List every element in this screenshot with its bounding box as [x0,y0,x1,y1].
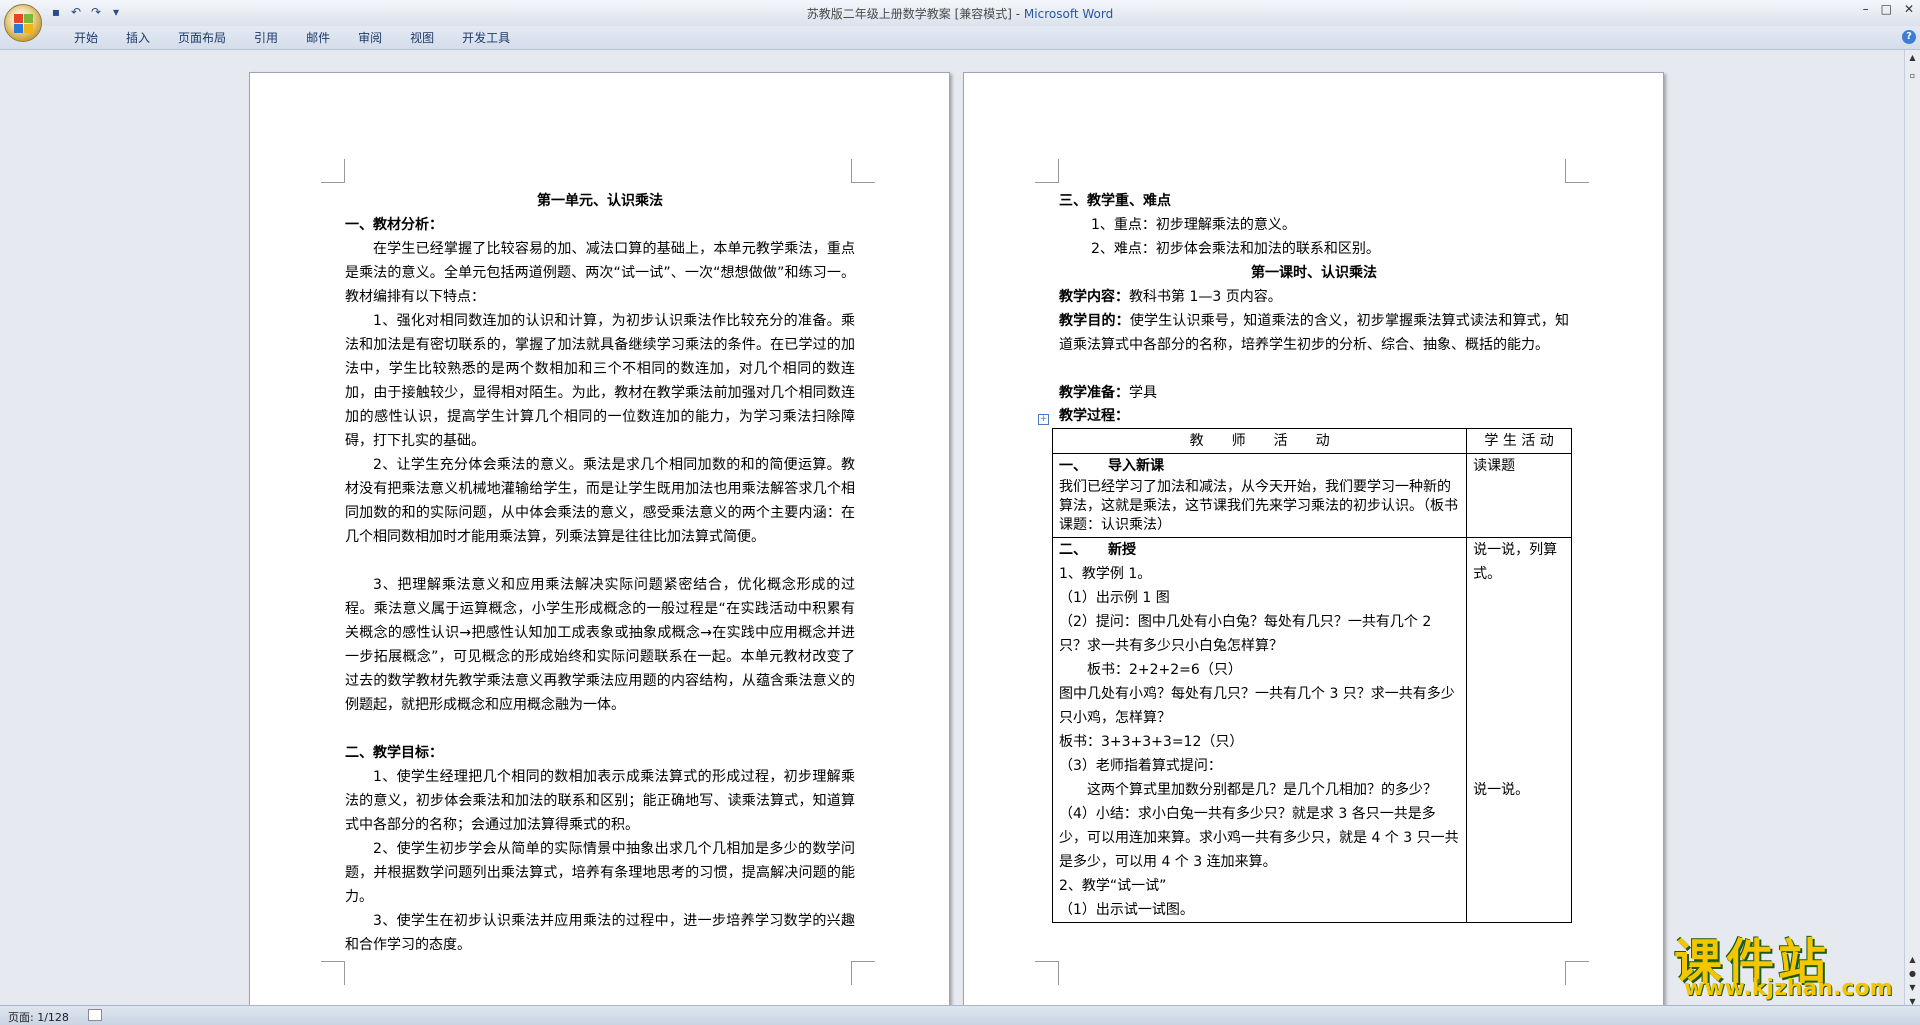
list-item: 板书：2+2+2=6（只） [1059,662,1242,678]
student-activity-2: 说一说。 [1473,782,1530,798]
goal-1: 1、使学生经理把几个相同的数相加表示成乘法算式的形成过程，初步理解乘法的意义，初… [345,769,855,833]
window-controls: – □ ✕ [1863,2,1914,16]
tab-page-layout[interactable]: 页面布局 [164,30,240,46]
table-header-teacher: 教 师 活 动 [1051,428,1468,454]
list-item: （2）提问：图中几处有小白兔？每处有几只？一共有几个 2 只？求一共有多少只小白… [1059,614,1432,654]
goal-3: 3、使学生在初步认识乘法并应用乘法的过程中，进一步培养学习数学的兴趣和合作学习的… [345,913,855,953]
customize-qat-icon[interactable]: ▾ [108,4,124,20]
table-cell-student: 读课题 [1466,453,1572,538]
paragraph-3: 2、让学生充分体会乘法的意义。乘法是求几个相同加数的和的简便运算。教材没有把乘法… [345,457,855,545]
window-title: 苏教版二年级上册数学教案 [兼容模式] - Microsoft Word [806,7,1114,21]
table-cell-teacher: 二、 新授 1、教学例 1。 （1）出示例 1 图 （2）提问：图中几处有小白兔… [1051,537,1468,923]
save-icon[interactable]: ▪ [48,4,64,20]
watermark-logo: 课件站 www.kjzhan.com [1668,922,1908,1002]
list-item: （3）老师指着算式提问： [1059,758,1222,774]
tab-developer[interactable]: 开发工具 [448,30,524,46]
ruler-toggle-icon[interactable]: ▫ [1906,70,1919,82]
minimize-icon[interactable]: – [1863,2,1869,16]
student-activity-1: 说一说，列算式。 [1473,542,1558,582]
crop-mark [851,961,875,985]
list-item: 板书：3+3+3+3=12（只） [1059,734,1244,750]
maximize-icon[interactable]: □ [1881,2,1892,16]
watermark-url: www.kjzhan.com [1684,976,1893,1001]
goal-2: 2、使学生初步学会从简单的实际情景中抽象出求几个几相加是多少的数学问题，并根据数… [345,841,855,905]
status-bar: 页面: 1/128 [0,1005,1920,1025]
section-heading-3: 三、教学重、难点 [1059,193,1171,209]
paragraph-2: 1、强化对相同数连加的认识和计算，为初步认识乘法作比较充分的准备。乘法和加法是有… [345,313,855,449]
paragraph-1: 在学生已经掌握了比较容易的加、减法口算的基础上，本单元教学乘法，重点是乘法的意义… [345,241,855,305]
crop-mark [321,961,345,985]
list-item: 这两个算式里加数分别都是几？是几个几相加？的多少？ [1059,782,1437,798]
undo-icon[interactable]: ↶ [68,4,84,20]
close-icon[interactable]: ✕ [1904,2,1914,16]
table-row: 一、 导入新课 我们已经学习了加法和减法，从今天开始，我们要学习一种新的算法，这… [1051,453,1572,538]
list-item: 2、教学“试一试” [1059,878,1167,894]
intro-text: 我们已经学习了加法和减法，从今天开始，我们要学习一种新的算法，这就是乘法，这节课… [1059,479,1458,533]
vertical-scrollbar[interactable]: ▲ ▫ ▲ ● ▼ ▼ [1904,50,1920,1006]
list-item: （4）小结：求小白兔一共有多少只？就是求 3 各只一共是多少，可以用连加来算。求… [1059,806,1459,870]
intro-heading: 一、 导入新课 [1059,458,1164,474]
tab-review[interactable]: 审阅 [344,30,396,46]
table-cell-student: 说一说，列算式。 说一说。 [1466,537,1572,923]
tab-mailings[interactable]: 邮件 [292,30,344,46]
crop-mark [851,159,875,183]
list-item: （1）出示例 1 图 [1059,590,1170,606]
tab-insert[interactable]: 插入 [112,30,164,46]
list-item: 1、教学例 1。 [1059,566,1152,582]
teaching-prep: 教学准备：学具 [1059,385,1157,401]
tab-view[interactable]: 视图 [396,30,448,46]
table-row: 教 师 活 动 学 生 活 动 [1051,428,1572,454]
lesson-table: 教 师 活 动 学 生 活 动 一、 导入新课 我们已经学习了加法和减法，从今天… [1051,428,1572,923]
crop-mark [1565,159,1589,183]
crop-mark [1035,159,1059,183]
document-page-2[interactable]: 三、教学重、难点 1、重点：初步理解乘法的意义。 2、难点：初步体会乘法和加法的… [963,72,1664,1012]
title-bar: 苏教版二年级上册数学教案 [兼容模式] - Microsoft Word ▪ ↶… [0,0,1920,26]
table-move-handle-icon[interactable]: + [1038,414,1049,425]
page-indicator[interactable]: 页面: 1/128 [8,1009,69,1025]
table-cell-teacher: 一、 导入新课 我们已经学习了加法和减法，从今天开始，我们要学习一种新的算法，这… [1051,453,1468,538]
unit-title: 第一单元、认识乘法 [537,193,663,209]
teaching-process-label: 教学过程： [1059,408,1129,424]
help-icon[interactable]: ? [1902,30,1916,44]
language-icon[interactable] [88,1009,102,1021]
lesson-title: 第一课时、认识乘法 [1251,265,1377,281]
new-lesson-heading: 二、 新授 [1059,542,1136,558]
teaching-content: 教学内容：教科书第 1—3 页内容。 [1059,289,1282,305]
crop-mark [1035,961,1059,985]
teaching-goal: 教学目的：使学生认识乘号，知道乘法的含义，初步掌握乘法算式读法和算式，知道乘法算… [1059,313,1570,353]
key-point-1: 1、重点：初步理解乘法的意义。 [1091,217,1296,233]
redo-icon[interactable]: ↷ [88,4,104,20]
paragraph-4: 3、把理解乘法意义和应用乘法解决实际问题紧密结合，优化概念形成的过程。乘法意义属… [345,577,855,713]
document-page-1[interactable]: 第一单元、认识乘法 一、教材分析： 在学生已经掌握了比较容易的加、减法口算的基础… [249,72,950,1012]
office-button[interactable] [4,4,42,42]
crop-mark [321,159,345,183]
table-row: 二、 新授 1、教学例 1。 （1）出示例 1 图 （2）提问：图中几处有小白兔… [1051,537,1572,923]
list-item: 图中几处有小鸡？每处有几只？一共有几个 3 只？求一共有多少只小鸡，怎样算？ [1059,686,1455,726]
table-header-student: 学 生 活 动 [1466,428,1572,454]
tab-home[interactable]: 开始 [60,30,112,46]
office-logo-icon [14,14,34,34]
quick-access-toolbar: ▪ ↶ ↷ ▾ [48,4,124,20]
ribbon-tabs-bar: 开始 插入 页面布局 引用 邮件 审阅 视图 开发工具 ? [0,26,1920,50]
scroll-up-icon[interactable]: ▲ [1906,52,1919,64]
crop-mark [1565,961,1589,985]
section-heading-2: 二、教学目标： [345,745,443,761]
list-item: （1）出示试一试图。 [1059,902,1194,918]
section-heading-1: 一、教材分析： [345,217,443,233]
key-point-2: 2、难点：初步体会乘法和加法的联系和区别。 [1091,241,1380,257]
tab-references[interactable]: 引用 [240,30,292,46]
